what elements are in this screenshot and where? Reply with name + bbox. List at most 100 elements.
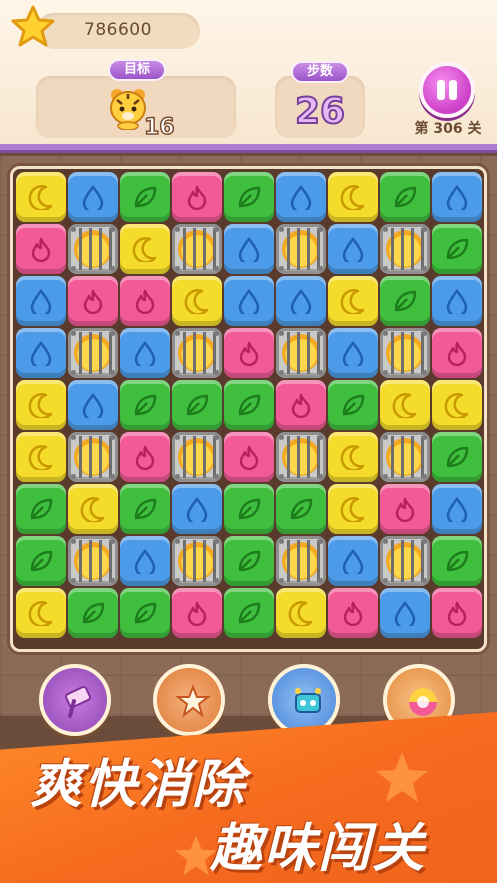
blue-tile[interactable] [432, 484, 482, 534]
cage-bars [384, 540, 426, 582]
caged-tiger-tile[interactable] [68, 224, 118, 274]
pink-tile[interactable] [16, 224, 66, 274]
blue-tile[interactable] [276, 276, 326, 326]
green-tile[interactable] [16, 536, 66, 586]
caged-tiger-tile[interactable] [380, 536, 430, 586]
drop-icon [342, 549, 364, 574]
caged-tiger-tile[interactable] [172, 224, 222, 274]
blue-tile[interactable] [380, 588, 430, 638]
blue-tile[interactable] [328, 328, 378, 378]
moon-icon [132, 237, 157, 262]
yellow-tile[interactable] [328, 432, 378, 482]
booster-star-burst[interactable] [153, 664, 225, 736]
cage-bars [176, 332, 218, 374]
booster-hammer[interactable] [39, 664, 111, 736]
drop-icon [82, 393, 104, 418]
blue-tile[interactable] [172, 484, 222, 534]
green-tile[interactable] [224, 536, 274, 586]
blue-tile[interactable] [328, 224, 378, 274]
star-icon [11, 5, 55, 47]
green-tile[interactable] [380, 276, 430, 326]
green-tile[interactable] [432, 224, 482, 274]
green-tile[interactable] [120, 588, 170, 638]
leaf-icon [134, 602, 157, 624]
green-tile[interactable] [328, 380, 378, 430]
pink-tile[interactable] [68, 276, 118, 326]
green-tile[interactable] [432, 432, 482, 482]
yellow-tile[interactable] [432, 380, 482, 430]
caged-tiger-tile[interactable] [172, 328, 222, 378]
drop-icon [30, 289, 52, 314]
caged-tiger-tile[interactable] [68, 328, 118, 378]
cage-bars [72, 436, 114, 478]
green-tile[interactable] [276, 484, 326, 534]
yellow-tile[interactable] [120, 224, 170, 274]
pink-tile[interactable] [224, 328, 274, 378]
yellow-tile[interactable] [328, 484, 378, 534]
blue-tile[interactable] [68, 380, 118, 430]
caged-tiger-tile[interactable] [380, 328, 430, 378]
caged-tiger-tile[interactable] [276, 536, 326, 586]
drop-icon [446, 185, 468, 210]
green-tile[interactable] [16, 484, 66, 534]
blue-tile[interactable] [68, 172, 118, 222]
caged-tiger-tile[interactable] [172, 536, 222, 586]
caged-tiger-tile[interactable] [380, 224, 430, 274]
green-tile[interactable] [172, 380, 222, 430]
steps-count: 26 [294, 91, 346, 133]
green-tile[interactable] [432, 536, 482, 586]
yellow-tile[interactable] [68, 484, 118, 534]
green-tile[interactable] [120, 380, 170, 430]
flame-icon [447, 601, 467, 626]
yellow-tile[interactable] [380, 380, 430, 430]
blue-tile[interactable] [432, 276, 482, 326]
blue-tile[interactable] [224, 276, 274, 326]
caged-tiger-tile[interactable] [380, 432, 430, 482]
pink-tile[interactable] [432, 588, 482, 638]
caged-tiger-tile[interactable] [68, 432, 118, 482]
yellow-tile[interactable] [172, 276, 222, 326]
yellow-tile[interactable] [16, 380, 66, 430]
yellow-tile[interactable] [328, 276, 378, 326]
blue-tile[interactable] [328, 536, 378, 586]
pink-tile[interactable] [120, 276, 170, 326]
leaf-icon [134, 394, 157, 416]
blue-tile[interactable] [120, 536, 170, 586]
yellow-tile[interactable] [16, 432, 66, 482]
blue-tile[interactable] [16, 276, 66, 326]
pink-tile[interactable] [120, 432, 170, 482]
green-tile[interactable] [224, 588, 274, 638]
cage-bars [72, 332, 114, 374]
yellow-tile[interactable] [16, 172, 66, 222]
pink-tile[interactable] [328, 588, 378, 638]
blue-tile[interactable] [16, 328, 66, 378]
yellow-tile[interactable] [328, 172, 378, 222]
green-tile[interactable] [224, 484, 274, 534]
pink-tile[interactable] [276, 380, 326, 430]
blue-tile[interactable] [432, 172, 482, 222]
pink-tile[interactable] [172, 588, 222, 638]
yellow-tile[interactable] [16, 588, 66, 638]
caged-tiger-tile[interactable] [68, 536, 118, 586]
caged-tiger-tile[interactable] [172, 432, 222, 482]
green-tile[interactable] [120, 172, 170, 222]
pink-tile[interactable] [224, 432, 274, 482]
green-tile[interactable] [120, 484, 170, 534]
yellow-tile[interactable] [276, 588, 326, 638]
drop-icon [446, 289, 468, 314]
pink-tile[interactable] [172, 172, 222, 222]
pause-button[interactable] [419, 62, 475, 118]
blue-tile[interactable] [276, 172, 326, 222]
caged-tiger-tile[interactable] [276, 432, 326, 482]
pink-tile[interactable] [432, 328, 482, 378]
pink-tile[interactable] [380, 484, 430, 534]
green-tile[interactable] [68, 588, 118, 638]
green-tile[interactable] [380, 172, 430, 222]
caged-tiger-tile[interactable] [276, 328, 326, 378]
green-tile[interactable] [224, 380, 274, 430]
leaf-icon [186, 394, 209, 416]
blue-tile[interactable] [224, 224, 274, 274]
caged-tiger-tile[interactable] [276, 224, 326, 274]
green-tile[interactable] [224, 172, 274, 222]
blue-tile[interactable] [120, 328, 170, 378]
